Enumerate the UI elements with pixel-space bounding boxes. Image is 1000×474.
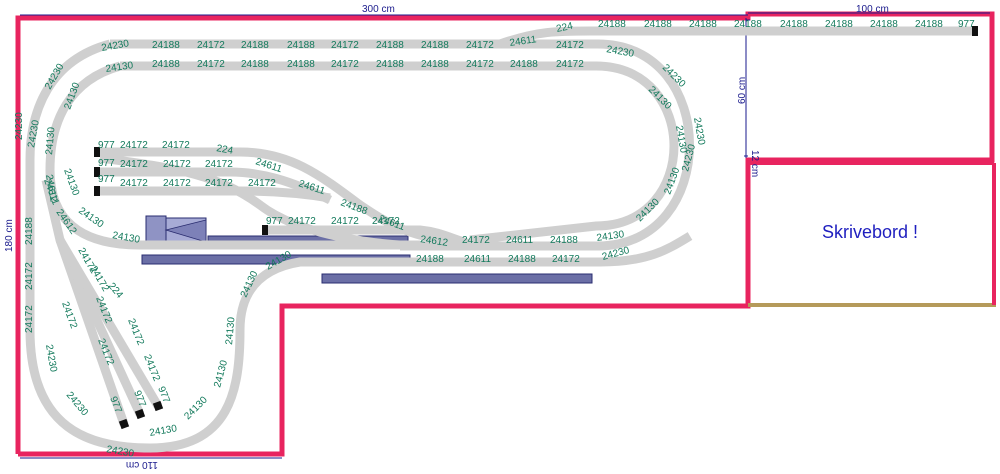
track-label: 24172 [372, 216, 400, 227]
track-label: 24188 [644, 19, 672, 30]
track-label: 24172 [197, 40, 225, 51]
track-layout-diagram: 300 cm 100 cm 180 cm 60 cm 12 cm 110 cm … [4, 4, 996, 470]
track-label: 24130 [62, 81, 82, 111]
track-label: 24230 [64, 390, 91, 419]
track-label: 24172 [466, 40, 494, 51]
track-label: 24188 [825, 19, 853, 30]
track-label: 24611 [506, 235, 534, 246]
track-label: 24230 [43, 344, 59, 374]
track-label: 24188 [241, 40, 269, 51]
track-label: 24188 [287, 40, 315, 51]
dimension-top: 300 cm [362, 4, 395, 15]
track-label: 24188 [734, 19, 762, 30]
track-label: 24188 [550, 235, 578, 246]
station-building [145, 215, 167, 243]
track-label: 24172 [197, 59, 225, 70]
dimension-top-right: 100 cm [856, 4, 889, 15]
track-label: 977 [98, 140, 115, 151]
track-label: 24611 [464, 254, 492, 265]
track-siding-3 [98, 186, 331, 203]
track-label: 24172 [120, 178, 148, 189]
track-label: 24188 [287, 59, 315, 70]
track-label: 24172 [120, 140, 148, 151]
track-label: 24188 [508, 254, 536, 265]
track-label: 24172 [331, 216, 359, 227]
desk-label: Skrivebord ! [822, 222, 918, 242]
track-label: 24188 [915, 19, 943, 30]
track-label: 24230 [101, 38, 131, 54]
track-label: 24188 [416, 254, 444, 265]
track-label: 24172 [288, 216, 316, 227]
track-label: 977 [266, 216, 283, 227]
track-label: 24172 [556, 59, 584, 70]
track-label: 24172 [466, 59, 494, 70]
track-label: 24188 [870, 19, 898, 30]
platform-lower [321, 273, 593, 284]
track-label: 24130 [212, 359, 230, 389]
track-label: 977 [98, 174, 115, 185]
track-label: 24130 [182, 394, 210, 422]
track-label: 24172 [462, 235, 490, 246]
track-label: 24172 [24, 305, 35, 333]
track-label: 24172 [125, 317, 146, 347]
track-label: 24172 [556, 40, 584, 51]
dimension-inner-vertical: 60 cm [737, 77, 748, 104]
track-label: 24188 [510, 59, 538, 70]
track-label: 24172 [163, 159, 191, 170]
track-label: 24172 [205, 178, 233, 189]
track-label: 24188 [780, 19, 808, 30]
track-label: 977 [98, 158, 115, 169]
track-label: 24130 [61, 167, 81, 197]
track-label: 24130 [105, 60, 135, 75]
dimension-left: 180 cm [4, 219, 15, 252]
track-label: 24188 [24, 217, 35, 245]
track-label: 24172 [59, 300, 79, 330]
track-label: 24188 [376, 40, 404, 51]
dimension-bottom: 110 cm [126, 459, 158, 470]
track-label: 24188 [376, 59, 404, 70]
track-label: 24230 [26, 119, 42, 149]
track-label: 24188 [152, 59, 180, 70]
track-label: 24172 [163, 178, 191, 189]
track-label: 24188 [421, 59, 449, 70]
track-label: 24188 [241, 59, 269, 70]
track-label: 24172 [24, 262, 35, 290]
track-label: 24230 [43, 62, 67, 92]
track-label: 24188 [421, 40, 449, 51]
buffer-siding-3 [94, 186, 100, 196]
track-label: 24188 [598, 19, 626, 30]
track-label: 24172 [552, 254, 580, 265]
track-label: 24172 [331, 40, 359, 51]
track-label: 24230 [14, 112, 25, 140]
track-label: 24172 [205, 159, 233, 170]
track-label: 24130 [149, 423, 179, 439]
track-label: 24188 [152, 40, 180, 51]
track-label: 24172 [162, 140, 190, 151]
track-label: 24172 [248, 178, 276, 189]
track-label: 24172 [331, 59, 359, 70]
track-label: 24188 [689, 19, 717, 30]
dimension-step: 12 cm [749, 150, 760, 177]
track-label: 977 [958, 19, 975, 30]
track-label: 24172 [120, 159, 148, 170]
